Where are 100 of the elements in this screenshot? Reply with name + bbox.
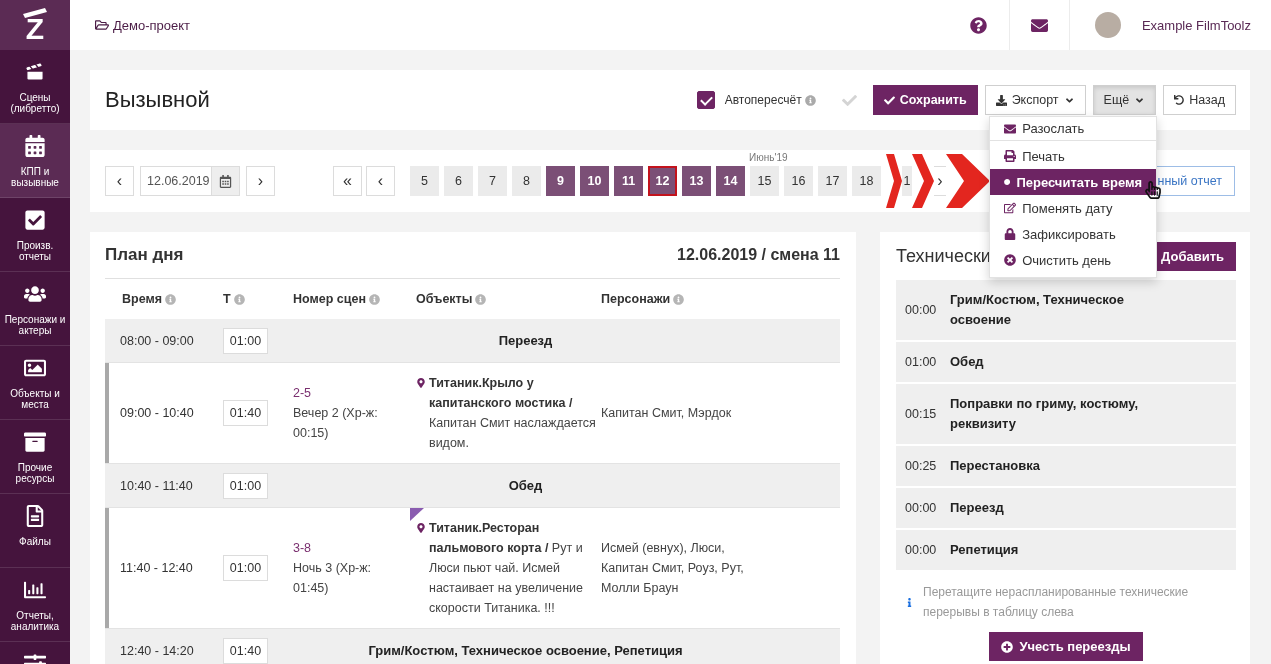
autorecalc-label: Автопересчёт	[724, 93, 802, 107]
time-cell-text: 12:40 - 14:20	[119, 643, 195, 658]
break-item[interactable]: 00:15 Поправки по гриму, костюму, реквизиту	[896, 384, 1236, 446]
more-button[interactable]: Ещё	[1092, 85, 1157, 115]
day-button[interactable]: 8	[512, 166, 541, 196]
break-duration: 00:25	[904, 458, 938, 475]
month-label: Июнь'19	[749, 152, 788, 163]
help-icon[interactable]	[969, 16, 987, 34]
day-button[interactable]: 9	[546, 166, 575, 196]
archive-box-icon	[24, 431, 46, 453]
break-name: Перестановка	[950, 457, 1040, 475]
back-button[interactable]: Назад	[1163, 85, 1236, 115]
day-button[interactable]: 15	[750, 166, 779, 196]
info-icon	[673, 293, 685, 305]
column-header: Объекты	[416, 292, 473, 306]
next-page-button[interactable]: ›	[934, 166, 946, 196]
day-button[interactable]: 18	[852, 166, 881, 196]
break-title: Грим/Костюм, Техническое освоение, Репетиция	[367, 643, 684, 658]
day-button[interactable]: 5	[410, 166, 439, 196]
page-title: Вызывной	[105, 87, 210, 113]
autorecalc-checkbox[interactable]	[696, 91, 715, 109]
prev-day-button[interactable]: ‹	[105, 166, 134, 196]
day-button[interactable]: 1	[902, 166, 912, 196]
shift-label: 12.06.2019 / смена 11	[677, 246, 840, 264]
break-duration: 00:00	[904, 500, 938, 517]
info-icon	[905, 597, 914, 607]
undo-icon	[1174, 95, 1185, 105]
time-cell-text: 09:00 - 10:40	[119, 406, 195, 420]
scene-link[interactable]: 3-8	[293, 538, 393, 558]
day-button[interactable]: 7	[478, 166, 507, 196]
info-icon	[368, 293, 380, 305]
duration-field[interactable]: 01:00	[223, 472, 268, 499]
first-page-button[interactable]: «	[333, 166, 362, 196]
duration-field[interactable]: 01:00	[223, 555, 268, 581]
duration-field[interactable]: 01:40	[223, 637, 268, 664]
logo-tile[interactable]: Z	[0, 0, 70, 50]
scene-info: Вечер 2 (Хр-ж: 00:15)	[293, 405, 379, 442]
day-button[interactable]: 10	[580, 166, 609, 196]
info-icon	[475, 293, 487, 305]
date-field[interactable]: 12.06.2019	[140, 166, 240, 196]
lock-icon	[1004, 228, 1017, 240]
menu-item[interactable]: Пересчитать время	[990, 169, 1157, 195]
duration-field[interactable]: 01:40	[223, 400, 268, 426]
day-button[interactable]: 13	[682, 166, 711, 196]
day-button[interactable]: 12	[648, 166, 677, 196]
time-cell-text: 11:40 - 12:40	[119, 561, 194, 575]
day-button[interactable]: 14	[716, 166, 745, 196]
envelope-icon	[1004, 122, 1017, 135]
export-button[interactable]: Экспорт	[984, 85, 1086, 115]
clapper-stick-icon	[23, 7, 47, 18]
mail-icon[interactable]	[1030, 16, 1048, 34]
characters-cell-text: Капитан Смит, Мэрдок	[601, 405, 733, 422]
document-icon	[24, 505, 46, 527]
menu-item[interactable]: Печать	[990, 143, 1157, 169]
break-item[interactable]: 01:00 Обед	[896, 342, 1236, 384]
menu-item[interactable]: Поменять дату	[990, 195, 1157, 221]
scene-link[interactable]: 2-5	[293, 383, 393, 403]
user-name[interactable]: Example FilmToolz	[1141, 17, 1251, 33]
day-button[interactable]: 11	[614, 166, 643, 196]
day-button[interactable]: 16	[784, 166, 813, 196]
object-description: Титаник.Крыло у капитанского мостика / Капитан Смит наслаждается видом.	[429, 375, 597, 452]
break-name: Поправки по гриму, костюму, реквизиту	[950, 395, 1140, 433]
day-button[interactable]: 6	[444, 166, 473, 196]
column-header: Время	[122, 292, 162, 306]
map-pin-icon	[416, 378, 426, 388]
next-day-button[interactable]: ›	[246, 166, 275, 196]
day-button[interactable]: 17	[818, 166, 847, 196]
menu-item[interactable]: Разослать	[990, 117, 1157, 141]
break-title: Переезд	[497, 333, 554, 348]
calendar-icon	[219, 174, 232, 188]
chevron-icon	[912, 154, 934, 208]
account-moves-button[interactable]: Учесть переезды	[989, 632, 1143, 661]
break-item[interactable]: 00:00 Репетиция	[896, 530, 1236, 572]
column-header: Номер сцен	[293, 292, 366, 306]
break-item[interactable]: 00:00 Грим/Костюм, Техническое освоение	[896, 280, 1236, 342]
info-icon	[165, 293, 176, 305]
characters-cell-text: Исмей (евнух), Люси, Капитан Смит, Роуз, Рут, Молли Браун	[601, 540, 745, 597]
logo-text: Z	[25, 14, 45, 43]
break-item[interactable]: 00:25 Перестановка	[896, 446, 1236, 488]
folder-icon	[95, 18, 109, 32]
duration-field[interactable]: 01:00	[223, 327, 268, 354]
column-header: Персонажи	[601, 292, 671, 306]
save-button[interactable]: Сохранить	[872, 85, 978, 115]
image-icon	[24, 357, 46, 379]
users-icon	[24, 283, 46, 305]
clapperboard-icon	[24, 61, 46, 83]
break-name: Репетиция	[950, 541, 1019, 559]
project-link[interactable]: Демо-проект	[95, 17, 191, 33]
scene-info: Ночь 3 (Хр-ж: 01:45)	[293, 560, 373, 597]
break-duration: 01:00	[904, 354, 938, 371]
download-icon	[995, 94, 1007, 106]
break-name: Грим/Костюм, Техническое освоение	[950, 291, 1125, 329]
break-duration: 00:15	[904, 406, 938, 423]
prev-page-button[interactable]: ‹	[366, 166, 395, 196]
break-name: Обед	[950, 353, 984, 371]
chevron-icon	[946, 154, 990, 208]
break-item[interactable]: 00:00 Переезд	[896, 488, 1236, 530]
time-cell-text: 10:40 - 11:40	[119, 478, 194, 493]
nav-item[interactable]: КПП и вызывные	[0, 124, 70, 198]
check-icon[interactable]	[841, 92, 857, 108]
